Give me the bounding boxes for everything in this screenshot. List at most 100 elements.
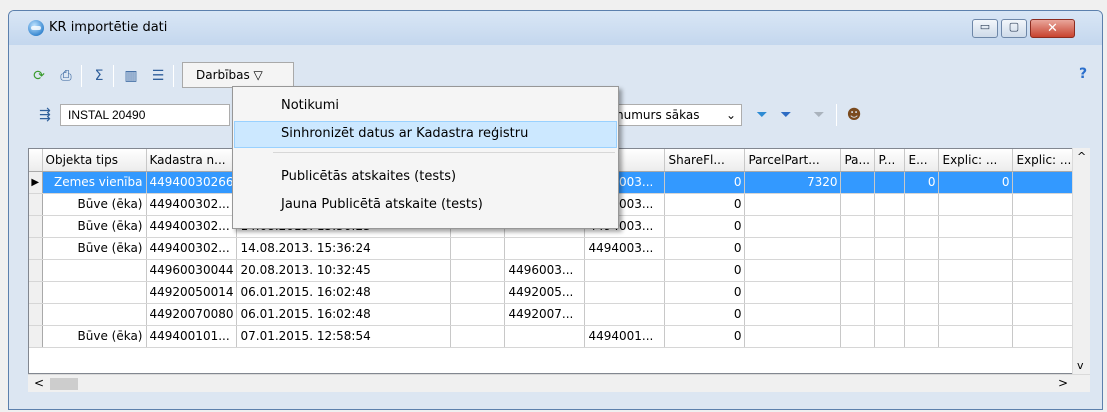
refresh-icon[interactable]: ⟳ <box>29 66 49 86</box>
table-cell[interactable] <box>874 303 906 326</box>
column-header[interactable]: P... <box>874 149 906 172</box>
table-cell[interactable]: 4492007... <box>504 303 586 326</box>
scroll-thumb[interactable] <box>50 378 78 390</box>
table-cell[interactable]: 449400302... <box>146 193 238 216</box>
table-cell[interactable] <box>840 281 876 304</box>
column-header[interactable]: Pa... <box>840 149 876 172</box>
horizontal-scrollbar[interactable]: < > <box>28 374 1090 392</box>
table-cell[interactable]: Būve (ēka) <box>42 215 147 238</box>
table-cell[interactable]: 4492005... <box>504 281 586 304</box>
table-cell[interactable] <box>840 259 876 282</box>
column-header[interactable]: E... <box>904 149 940 172</box>
table-cell[interactable] <box>450 281 506 304</box>
table-cell[interactable] <box>450 325 506 348</box>
table-cell[interactable] <box>938 193 1014 216</box>
column-header[interactable]: ParcelPart... <box>744 149 842 172</box>
table-cell[interactable] <box>744 281 842 304</box>
table-cell[interactable] <box>904 237 940 260</box>
table-cell[interactable]: 0 <box>664 193 746 216</box>
table-cell[interactable]: 7320 <box>744 171 842 194</box>
table-cell[interactable] <box>840 171 876 194</box>
table-cell[interactable]: 0 <box>664 259 746 282</box>
table-cell[interactable] <box>504 325 586 348</box>
person-filter-icon[interactable]: ☻ <box>844 105 864 125</box>
table-cell[interactable] <box>584 259 666 282</box>
scroll-down-icon[interactable]: v <box>1077 359 1084 372</box>
table-cell[interactable] <box>42 303 147 326</box>
row-indicator[interactable] <box>29 215 43 238</box>
condition-select[interactable]: numurs sākas ⌄ <box>610 104 742 126</box>
table-cell[interactable]: 0 <box>664 303 746 326</box>
table-cell[interactable] <box>744 215 842 238</box>
table-cell[interactable]: 06.01.2015. 16:02:48 <box>236 281 452 304</box>
table-cell[interactable]: 07.01.2015. 12:58:54 <box>236 325 452 348</box>
table-row[interactable]: 44920070080 06.01.2015. 16:02:48 4492007..… <box>29 303 1088 326</box>
menu-item-notikumi[interactable]: Notikumi <box>235 94 616 119</box>
menu-item-sync-kadastrs[interactable]: Sinhronizēt datus ar Kadastra reģistru <box>234 121 617 148</box>
table-cell[interactable] <box>904 281 940 304</box>
row-indicator[interactable] <box>29 237 43 260</box>
actions-menu-button[interactable]: Darbības ▽ <box>182 62 294 88</box>
row-indicator[interactable] <box>29 259 43 282</box>
table-cell[interactable]: 0 <box>664 237 746 260</box>
column-header[interactable]: Explic: ... <box>938 149 1014 172</box>
table-cell[interactable] <box>42 281 147 304</box>
table-cell[interactable]: 44920070080 <box>146 303 238 326</box>
table-cell[interactable] <box>938 259 1014 282</box>
table-cell[interactable] <box>904 325 940 348</box>
table-cell[interactable] <box>504 237 586 260</box>
sum-icon[interactable]: Σ <box>89 66 109 86</box>
table-cell[interactable] <box>450 303 506 326</box>
table-cell[interactable]: 14.08.2013. 15:36:24 <box>236 237 452 260</box>
table-cell[interactable] <box>450 237 506 260</box>
table-cell[interactable]: Būve (ēka) <box>42 193 147 216</box>
table-cell[interactable] <box>584 303 666 326</box>
filter-field-icon[interactable]: ⇶ <box>35 105 55 125</box>
table-cell[interactable]: 06.01.2015. 16:02:48 <box>236 303 452 326</box>
table-cell[interactable]: 449400302... <box>146 237 238 260</box>
table-cell[interactable] <box>744 303 842 326</box>
table-row[interactable]: Būve (ēka) 449400101... 07.01.2015. 12:58:… <box>29 325 1088 348</box>
tree-icon[interactable]: ☰ <box>148 66 168 86</box>
table-cell[interactable]: Būve (ēka) <box>42 325 147 348</box>
table-cell[interactable] <box>874 237 906 260</box>
table-cell[interactable] <box>904 193 940 216</box>
table-cell[interactable]: Zemes vienība <box>42 171 147 194</box>
scroll-up-icon[interactable]: ^ <box>1077 150 1086 163</box>
table-cell[interactable] <box>938 325 1014 348</box>
table-cell[interactable] <box>840 325 876 348</box>
vertical-scrollbar[interactable]: ^ v <box>1072 148 1090 374</box>
table-cell[interactable] <box>840 193 876 216</box>
table-cell[interactable]: 4494003... <box>584 237 666 260</box>
table-cell[interactable]: 44940030266 <box>146 171 238 194</box>
table-cell[interactable] <box>744 259 842 282</box>
table-cell[interactable] <box>938 303 1014 326</box>
filter-input[interactable] <box>60 104 230 126</box>
table-cell[interactable]: 0 <box>904 171 940 194</box>
table-cell[interactable]: 449400302... <box>146 215 238 238</box>
table-cell[interactable]: 20.08.2013. 10:32:45 <box>236 259 452 282</box>
table-cell[interactable]: 449400101... <box>146 325 238 348</box>
table-cell[interactable] <box>840 237 876 260</box>
table-cell[interactable] <box>938 237 1014 260</box>
table-cell[interactable] <box>874 259 906 282</box>
columns-icon[interactable]: ▥ <box>121 66 141 86</box>
table-cell[interactable] <box>584 281 666 304</box>
table-cell[interactable] <box>874 193 906 216</box>
clear-filter-icon[interactable]: ⏷ <box>809 105 829 125</box>
table-cell[interactable]: 0 <box>664 215 746 238</box>
table-cell[interactable] <box>904 215 940 238</box>
row-indicator[interactable] <box>29 193 43 216</box>
table-cell[interactable] <box>744 325 842 348</box>
column-header[interactable]: Objekta tips <box>42 149 147 172</box>
table-cell[interactable] <box>42 259 147 282</box>
table-cell[interactable] <box>904 303 940 326</box>
menu-item-new-published-report[interactable]: Jauna Publicētā atskaite (tests) <box>235 193 616 218</box>
table-row[interactable]: 44960030044 20.08.2013. 10:32:45 4496003..… <box>29 259 1088 282</box>
table-cell[interactable] <box>874 325 906 348</box>
table-cell[interactable] <box>840 215 876 238</box>
row-indicator[interactable] <box>29 325 43 348</box>
table-cell[interactable] <box>938 215 1014 238</box>
table-cell[interactable]: 4496003... <box>504 259 586 282</box>
scroll-left-icon[interactable]: < <box>34 376 44 390</box>
